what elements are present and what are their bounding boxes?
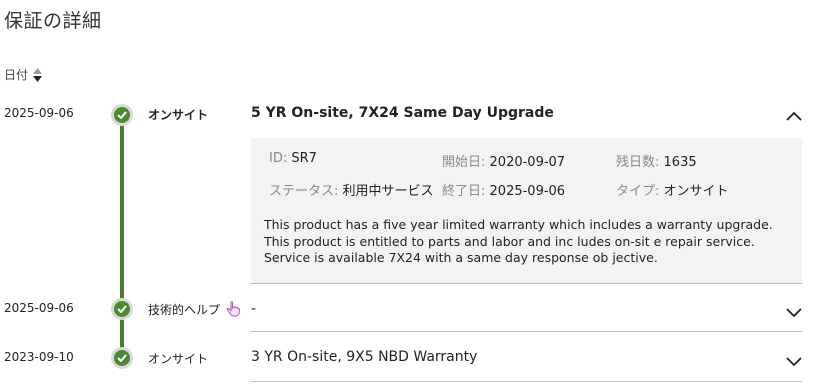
entry-summary[interactable]: 5 YR On-site, 7X24 Same Day Upgrade <box>251 105 554 121</box>
detail-label: タイプ: <box>616 184 660 199</box>
warranty-details-panel: ID: SR7 開始日: 2020-09-07 残日数: 1635 ステータス:… <box>251 138 802 284</box>
detail-value: オンサイト <box>663 184 729 199</box>
sort-by-date-control[interactable]: 日付 <box>4 66 43 83</box>
detail-value: SR7 <box>291 151 317 166</box>
detail-value: 1635 <box>663 155 697 170</box>
sort-label: 日付 <box>4 68 29 82</box>
entry-type: 技術的ヘルプ <box>148 303 221 317</box>
entry-type-with-help: 技術的ヘルプ <box>148 301 240 320</box>
row-divider <box>251 331 802 332</box>
detail-end-date: 終了日: 2025-09-06 <box>442 180 565 199</box>
pointer-hand-icon[interactable] <box>226 301 240 320</box>
chevron-down-icon[interactable] <box>786 352 802 371</box>
check-circle-icon <box>111 104 133 126</box>
detail-label: 残日数: <box>616 155 660 170</box>
check-circle-icon <box>111 347 133 369</box>
chevron-up-icon[interactable] <box>786 106 802 125</box>
sort-arrows-icon[interactable] <box>33 67 43 82</box>
entry-type: オンサイト <box>148 352 209 366</box>
detail-value: 2020-09-07 <box>489 155 566 170</box>
detail-value: 2025-09-06 <box>489 184 566 199</box>
detail-label: ID: <box>269 151 288 166</box>
page-title: 保証の詳細 <box>4 10 102 32</box>
detail-remaining-days: 残日数: 1635 <box>616 151 697 170</box>
warranty-description: This product has a five year limited war… <box>264 217 773 265</box>
detail-value: 利用中サービス <box>342 184 434 199</box>
detail-label: 開始日: <box>442 155 486 170</box>
row-divider <box>251 381 802 382</box>
check-circle-icon <box>111 298 133 320</box>
detail-start-date: 開始日: 2020-09-07 <box>442 151 565 170</box>
detail-id: ID: SR7 <box>269 151 317 166</box>
entry-summary[interactable]: 3 YR On-site, 9X5 NBD Warranty <box>251 349 477 365</box>
entry-date: 2023-09-10 <box>4 350 74 364</box>
detail-type: タイプ: オンサイト <box>616 180 729 199</box>
detail-status: ステータス: 利用中サービス <box>269 180 434 199</box>
detail-label: 終了日: <box>442 184 486 199</box>
entry-type: オンサイト <box>148 108 209 122</box>
detail-label: ステータス: <box>269 184 339 199</box>
entry-summary[interactable]: - <box>251 301 256 317</box>
entry-date: 2025-09-06 <box>4 301 74 315</box>
entry-date: 2025-09-06 <box>4 106 74 120</box>
chevron-down-icon[interactable] <box>786 303 802 322</box>
timeline-line <box>120 116 124 358</box>
